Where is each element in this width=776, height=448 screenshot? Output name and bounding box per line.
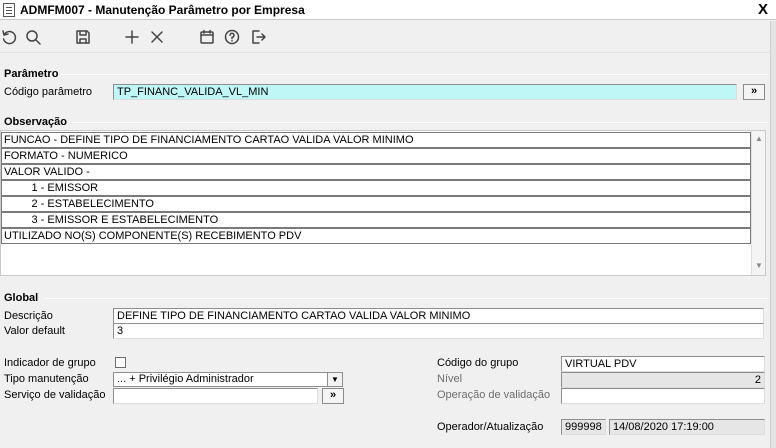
section-divider (44, 298, 768, 299)
codigo-parametro-input[interactable]: TP_FINANC_VALIDA_VL_MIN (113, 84, 737, 100)
nivel-label: Nível (437, 373, 463, 385)
valor-default-input[interactable]: 3 (113, 323, 764, 339)
toolbar (0, 21, 770, 53)
operador-input: 999998 (561, 419, 606, 435)
valor-default-label: Valor default (4, 325, 65, 337)
observacao-line: 2 - ESTABELECIMENTO (1, 196, 751, 212)
observacao-line: FORMATO - NUMERICO (1, 148, 751, 164)
observacao-line: UTILIZADO NO(S) COMPONENTE(S) RECEBIMENT… (1, 228, 751, 244)
codigo-parametro-label: Código parâmetro (4, 86, 93, 98)
add-icon[interactable] (123, 28, 141, 46)
servico-validacao-lookup-button[interactable]: » (322, 388, 344, 404)
window-scrollbar[interactable] (770, 21, 776, 448)
codigo-grupo-input[interactable]: VIRTUAL PDV (561, 356, 765, 372)
observacao-line: 3 - EMISSOR E ESTABELECIMENTO (1, 212, 751, 228)
tipo-manutencao-label: Tipo manutenção (4, 373, 89, 385)
operacao-validacao-label: Operação de validação (437, 389, 551, 401)
operador-atualizacao-label: Operador/Atualização (437, 421, 544, 433)
indicador-grupo-label: Indicador de grupo (4, 357, 96, 369)
exit-icon[interactable] (249, 28, 267, 46)
servico-validacao-label: Serviço de validação (4, 389, 106, 401)
tipo-manutencao-value: ... + Privilégio Administrador (117, 373, 254, 385)
descricao-input[interactable]: DEFINE TIPO DE FINANCIAMENTO CARTAO VALI… (113, 308, 764, 324)
indicador-grupo-checkbox[interactable] (115, 357, 126, 368)
observacao-line: VALOR VALIDO - (1, 164, 751, 180)
nivel-input: 2 (561, 372, 765, 388)
section-divider (68, 122, 768, 123)
scroll-up-icon[interactable]: ▲ (755, 134, 763, 143)
window-title: ADMFM007 - Manutenção Parâmetro por Empr… (20, 3, 305, 17)
codigo-grupo-label: Código do grupo (437, 357, 519, 369)
global-legend: Global (4, 292, 42, 304)
section-divider (60, 74, 768, 75)
search-icon[interactable] (24, 28, 42, 46)
parametro-legend: Parâmetro (4, 68, 62, 80)
codigo-parametro-lookup-button[interactable]: » (743, 84, 765, 100)
observacao-scrollbar[interactable]: ▲ ▼ (751, 131, 765, 275)
document-icon (3, 3, 15, 17)
title-bar: ADMFM007 - Manutenção Parâmetro por Empr… (0, 0, 776, 20)
save-icon[interactable] (74, 28, 92, 46)
servico-validacao-input[interactable] (113, 388, 318, 404)
calendar-icon[interactable] (198, 28, 216, 46)
chevron-down-icon[interactable]: ▼ (327, 373, 342, 386)
operacao-validacao-input[interactable] (561, 388, 765, 404)
delete-icon[interactable] (148, 28, 166, 46)
scroll-down-icon[interactable]: ▼ (755, 261, 763, 270)
refresh-icon[interactable] (0, 28, 18, 46)
descricao-label: Descrição (4, 310, 53, 322)
atualizacao-input: 14/08/2020 17:19:00 (609, 419, 765, 435)
observacao-line: 1 - EMISSOR (1, 180, 751, 196)
close-button[interactable]: X (758, 0, 768, 20)
observacao-line: FUNCAO - DEFINE TIPO DE FINANCIAMENTO CA… (1, 132, 751, 148)
observacao-legend: Observação (4, 116, 70, 128)
help-icon[interactable] (223, 28, 241, 46)
tipo-manutencao-select[interactable]: ... + Privilégio Administrador ▼ (113, 372, 343, 387)
